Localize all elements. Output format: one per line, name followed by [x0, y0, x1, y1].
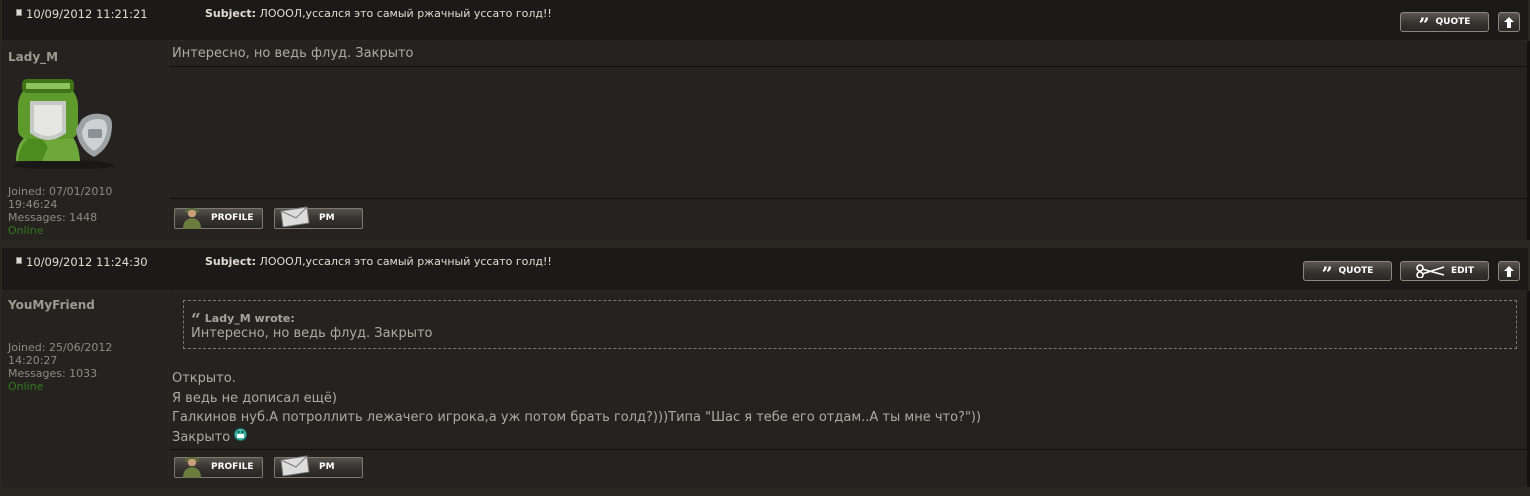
pm-button[interactable]: PM [274, 455, 363, 478]
soldier-icon [183, 457, 201, 478]
message-count: Messages: 1033 [8, 367, 98, 380]
author-panel: YouMyFriend Joined: 25/06/2012 14:20:27 … [2, 291, 168, 487]
quote-text: Интересно, но ведь флуд. Закрыто [191, 326, 433, 341]
edit-button[interactable]: EDIT [1400, 261, 1489, 281]
divider [169, 66, 1528, 67]
pm-label: PM [319, 462, 335, 472]
message-line: Галкинов нуб.А потроллить лежачего игрок… [172, 410, 982, 425]
profile-label: PROFILE [211, 462, 254, 472]
author-info: Joined: 07/01/2010 19:46:24 Messages: 14… [8, 185, 112, 237]
quote-block: “Lady_M wrote: Интересно, но ведь флуд. … [183, 300, 1517, 349]
online-status: Online [8, 380, 44, 393]
message-panel: Интересно, но ведь флуд. Закрыто [169, 41, 1528, 240]
author-name[interactable]: YouMyFriend [8, 298, 95, 312]
message-count: Messages: 1448 [8, 211, 98, 224]
pm-button[interactable]: PM [274, 206, 363, 229]
edit-button-label: EDIT [1450, 266, 1475, 276]
profile-button[interactable]: PROFILE [174, 457, 263, 478]
message-line: Интересно, но ведь флуд. Закрыто [172, 46, 414, 61]
quote-button-label: QUOTE [1435, 17, 1471, 27]
message-line-text: Закрыто [172, 429, 231, 445]
quote-marks-icon: ” [1418, 14, 1430, 36]
envelope-icon [280, 206, 310, 227]
quote-marks-icon: ” [1321, 263, 1333, 285]
post-header: 10/09/2012 11:24:30 Subject: ЛОООЛ,уссал… [2, 248, 1528, 290]
subject-text: ЛОООЛ,уссался это самый ржачный уссато г… [259, 7, 552, 20]
tank-helmet-avatar [14, 79, 114, 169]
grin-smiley-icon [234, 427, 248, 441]
quote-header: “Lady_M wrote: [191, 307, 295, 330]
author-panel: Lady_M Joined: 07/01/2010 19:46:24 Messa… [2, 41, 168, 240]
author-name[interactable]: Lady_M [8, 50, 58, 64]
post-subject: Subject: ЛОООЛ,уссался это самый ржачный… [205, 7, 552, 20]
divider [169, 198, 1528, 199]
post-date: 10/09/2012 11:24:30 [26, 255, 148, 269]
online-status: Online [8, 224, 44, 237]
message-body: Открыто. Я ведь не дописал ещё) Галкинов… [172, 369, 981, 447]
post-icon [16, 257, 22, 264]
quote-author: Lady_M wrote: [204, 312, 295, 325]
envelope-icon [280, 455, 310, 476]
subject-label: Subject: [205, 7, 257, 20]
pm-label: PM [319, 213, 335, 223]
message-line: Я ведь не дописал ещё) [172, 390, 337, 406]
scissors-icon [1416, 264, 1445, 278]
profile-label: PROFILE [211, 213, 254, 223]
joined-date: Joined: 25/06/2012 [8, 341, 113, 354]
post-date: 10/09/2012 11:21:21 [26, 7, 148, 21]
arrow-up-icon [1504, 16, 1514, 28]
joined-time: 19:46:24 [8, 198, 58, 211]
post-header: 10/09/2012 11:21:21 Subject: ЛОООЛ,уссал… [2, 0, 1528, 40]
message-panel: “Lady_M wrote: Интересно, но ведь флуд. … [169, 291, 1528, 487]
quote-button[interactable]: ” QUOTE [1303, 261, 1392, 285]
subject-text: ЛОООЛ,уссался это самый ржачный уссато г… [259, 255, 552, 268]
post-icon [16, 9, 22, 16]
joined-time: 14:20:27 [8, 354, 58, 367]
joined-date: Joined: 07/01/2010 [8, 185, 113, 198]
back-to-top-button[interactable] [1498, 12, 1520, 32]
subject-label: Subject: [205, 255, 257, 268]
quote-button-label: QUOTE [1338, 266, 1374, 276]
message-line: Открыто. [172, 371, 236, 386]
post-subject: Subject: ЛОООЛ,уссался это самый ржачный… [205, 255, 552, 268]
profile-button[interactable]: PROFILE [174, 208, 263, 229]
quote-button[interactable]: ” QUOTE [1400, 12, 1489, 36]
author-info: Joined: 25/06/2012 14:20:27 Messages: 10… [8, 341, 112, 393]
arrow-up-icon [1504, 265, 1514, 277]
back-to-top-button[interactable] [1498, 261, 1520, 281]
divider [169, 449, 1528, 450]
soldier-icon [183, 208, 201, 229]
message-line: Закрыто [172, 427, 981, 448]
message-body: Интересно, но ведь флуд. Закрыто [172, 44, 414, 64]
